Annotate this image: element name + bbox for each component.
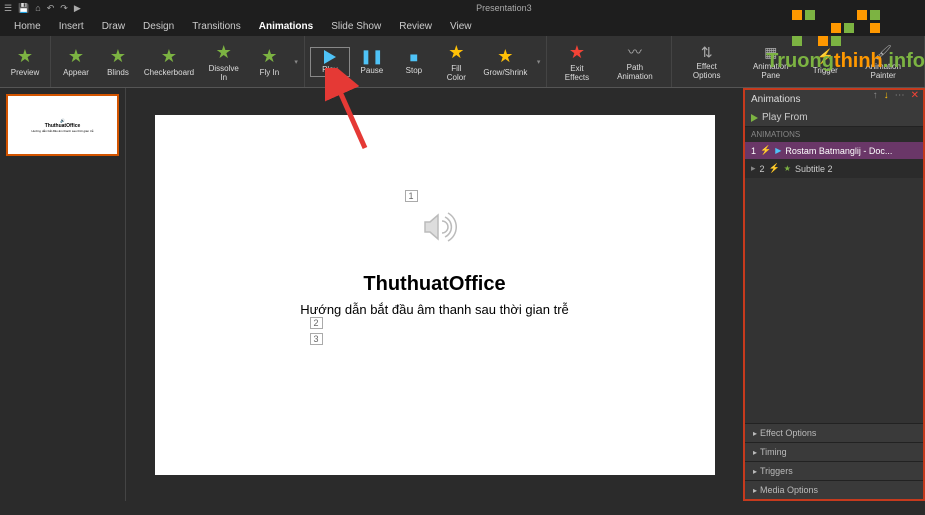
animation-list-item[interactable]: 1 ⚡ ▶ Rostam Batmanglij - Doc...	[745, 142, 923, 160]
exit-effects-button[interactable]: ★Exit Effects	[553, 40, 600, 84]
animation-pane-button[interactable]: ▦Animation Pane	[739, 42, 802, 82]
stop-button[interactable]: ■Stop	[395, 47, 433, 77]
painter-icon: 🖌	[874, 44, 892, 61]
star-icon: ★	[569, 42, 585, 63]
star-icon: ★	[161, 46, 177, 67]
preview-button[interactable]: ★ Preview	[6, 44, 44, 79]
trigger-button[interactable]: ⚡Trigger	[806, 46, 844, 77]
animation-painter-button[interactable]: 🖌Animation Painter	[848, 42, 918, 82]
play-icon: ▶	[775, 146, 781, 155]
move-down-icon[interactable]: ↓	[884, 90, 889, 101]
effect-options-section[interactable]: Effect Options	[745, 423, 923, 442]
triggers-section[interactable]: Triggers	[745, 461, 923, 480]
animation-pane: Animations ↑ ↓ ⋯ ✕ Play From ANIMATIONS …	[743, 88, 925, 501]
tab-animations[interactable]: Animations	[251, 18, 321, 35]
star-icon: ★	[216, 42, 232, 63]
pause-icon: ❚❚	[360, 48, 383, 65]
tab-draw[interactable]: Draw	[94, 18, 133, 35]
tab-transitions[interactable]: Transitions	[184, 18, 249, 35]
tab-slideshow[interactable]: Slide Show	[323, 18, 389, 35]
qat-undo-icon[interactable]: ↶	[47, 3, 55, 14]
content-area: 1 🔊 ThuthuatOffice Hướng dẫn bắt đầu âm …	[0, 88, 925, 501]
play-from-button[interactable]: Play From	[745, 109, 923, 127]
stop-icon: ■	[410, 49, 418, 65]
trigger-icon: ⚡	[817, 48, 834, 65]
qat-home-icon[interactable]: ⌂	[35, 3, 40, 13]
path-icon: 〰	[628, 42, 642, 62]
thumbnail-panel: 1 🔊 ThuthuatOffice Hướng dẫn bắt đầu âm …	[0, 88, 126, 501]
growshrink-button[interactable]: ★Grow/Shrink	[480, 44, 531, 79]
star-icon: ★	[497, 46, 513, 67]
effect-appear-button[interactable]: ★Appear	[57, 44, 95, 79]
quick-access-toolbar: ☰ 💾 ⌂ ↶ ↷ ▶ Presentation3	[0, 0, 925, 16]
animation-tag-2[interactable]: 2	[310, 317, 323, 329]
timing-section[interactable]: Timing	[745, 442, 923, 461]
trigger-icon: ⚡	[769, 163, 780, 174]
preview-label: Preview	[11, 68, 39, 77]
effects-expand-icon[interactable]: ▾	[294, 58, 298, 66]
menu-icon[interactable]: ⋯	[895, 90, 905, 101]
star-icon: ★	[17, 46, 33, 67]
effect-dissolve-button[interactable]: ★Dissolve In	[201, 40, 246, 84]
tab-insert[interactable]: Insert	[51, 18, 92, 35]
animation-tag-1[interactable]: 1	[405, 190, 418, 202]
audio-icon[interactable]	[415, 205, 459, 254]
star-icon: ★	[68, 46, 84, 67]
animation-list-item[interactable]: ▸ 2 ⚡ ★ Subtitle 2	[745, 160, 923, 178]
media-options-section[interactable]: Media Options	[745, 480, 923, 499]
slide-subtitle[interactable]: Hướng dẫn bắt đầu âm thanh sau thời gian…	[300, 302, 569, 317]
effect-blinds-button[interactable]: ★Blinds	[99, 44, 137, 79]
animations-section-label: ANIMATIONS	[745, 127, 923, 142]
qat-menu-icon[interactable]: ☰	[4, 3, 12, 14]
pause-button[interactable]: ❚❚Pause	[353, 46, 391, 77]
ribbon: ★ Preview ★Appear ★Blinds ★Checkerboard …	[0, 36, 925, 88]
pane-icon: ▦	[764, 44, 777, 61]
qat-save-icon[interactable]: 💾	[18, 3, 29, 14]
slide-title[interactable]: ThuthuatOffice	[363, 273, 505, 296]
window-title: Presentation3	[87, 3, 921, 13]
fillcolor-button[interactable]: ★Fill Color	[437, 40, 476, 84]
close-icon[interactable]: ✕	[911, 90, 919, 101]
trigger-icon: ⚡	[760, 145, 771, 156]
qat-redo-icon[interactable]: ↷	[60, 3, 68, 14]
animation-tag-3[interactable]: 3	[310, 333, 323, 345]
options-icon: ⇅	[701, 44, 713, 61]
star-icon: ★	[448, 42, 464, 63]
effect-checkerboard-button[interactable]: ★Checkerboard	[141, 44, 197, 79]
tab-view[interactable]: View	[442, 18, 480, 35]
effect-options-button[interactable]: ⇅Effect Options	[678, 42, 735, 82]
star-icon: ★	[110, 46, 126, 67]
play-icon	[751, 114, 758, 122]
tab-review[interactable]: Review	[391, 18, 440, 35]
qat-start-icon[interactable]: ▶	[74, 3, 81, 14]
slide[interactable]: 1 2 3 ThuthuatOffice Hướng dẫn bắt đầu â…	[155, 115, 715, 475]
path-animation-button[interactable]: 〰Path Animation	[604, 40, 665, 83]
slide-canvas: 1 2 3 ThuthuatOffice Hướng dẫn bắt đầu â…	[126, 88, 743, 501]
play-button[interactable]: Play	[311, 48, 349, 76]
emphasis-expand-icon[interactable]: ▾	[537, 58, 541, 66]
star-icon: ★	[784, 164, 791, 173]
move-up-icon[interactable]: ↑	[873, 90, 878, 101]
ribbon-tabs: Home Insert Draw Design Transitions Anim…	[0, 16, 925, 36]
tab-design[interactable]: Design	[135, 18, 182, 35]
star-icon: ★	[261, 46, 277, 67]
tab-home[interactable]: Home	[6, 18, 49, 35]
play-icon	[324, 50, 336, 64]
effect-flyin-button[interactable]: ★Fly In	[250, 44, 288, 79]
slide-thumbnail[interactable]: 🔊 ThuthuatOffice Hướng dẫn bắt đầu âm th…	[6, 94, 119, 156]
